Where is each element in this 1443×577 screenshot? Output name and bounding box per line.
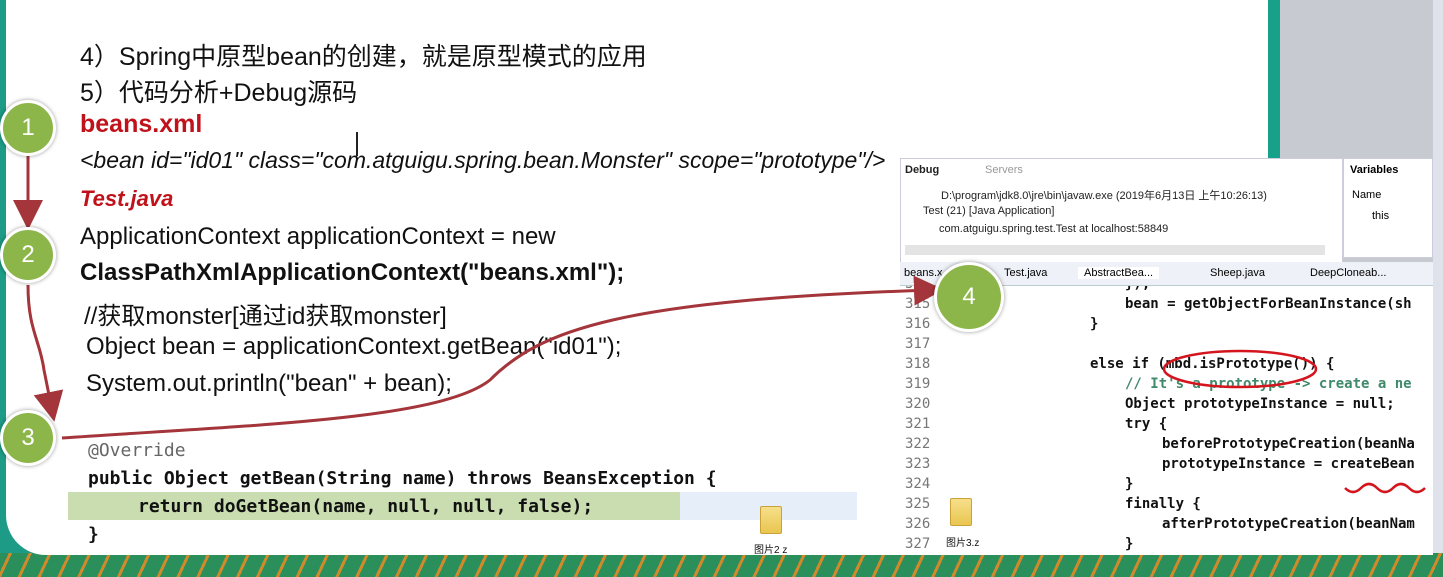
highlight-circle [1162, 349, 1318, 389]
arrow-2-to-3 [26, 284, 64, 422]
arrow-3-to-4 [61, 275, 944, 440]
step-4-badge: 4 [934, 262, 1004, 332]
squiggle-underline [1344, 482, 1426, 494]
step-1-badge: 1 [0, 100, 56, 156]
step-2-badge: 2 [0, 227, 56, 283]
annotation-overlay [13, 156, 1426, 494]
step-3-badge: 3 [0, 410, 56, 466]
